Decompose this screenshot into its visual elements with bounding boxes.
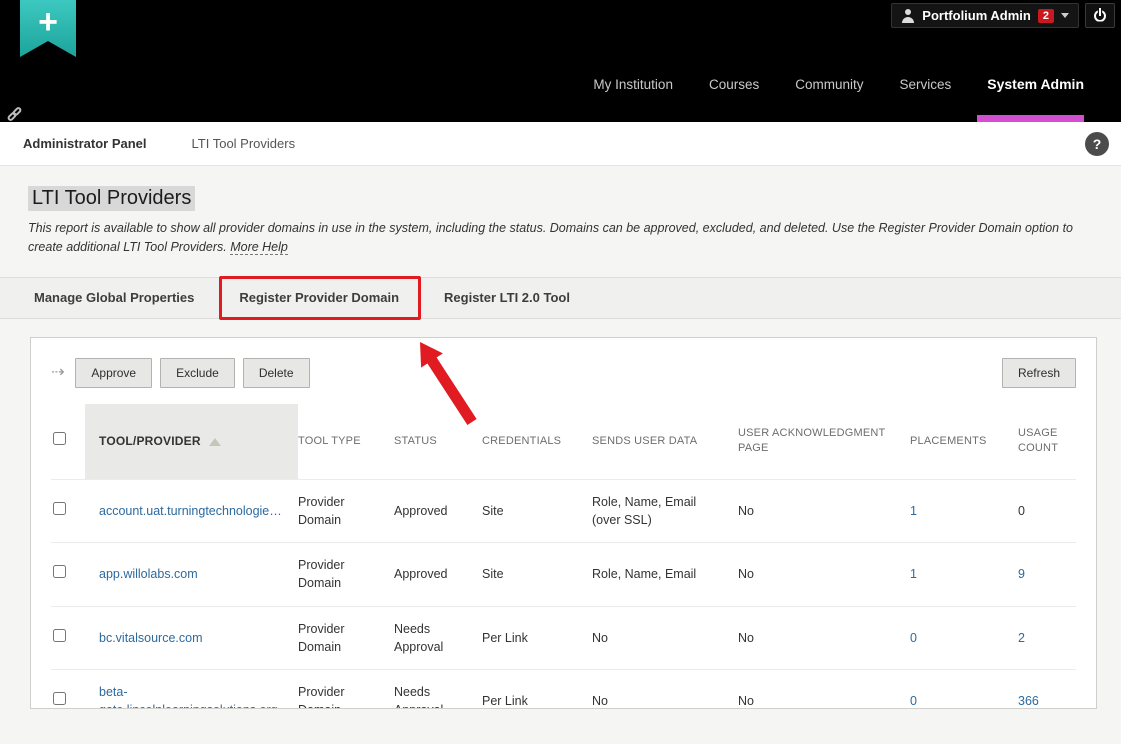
plus-glyph: + xyxy=(38,3,58,41)
page-description-text: This report is available to show all pro… xyxy=(28,221,1074,254)
nav-services[interactable]: Services xyxy=(900,77,952,92)
column-header-user-acknowledgment-page[interactable]: USER ACKNOWLEDGMENT PAGE xyxy=(738,404,910,480)
cell-sends-user-data: Role, Name, Email (over SSL) xyxy=(592,478,738,543)
usage-count-link[interactable]: 9 xyxy=(1018,567,1025,581)
breadcrumb-lti-tool-providers: LTI Tool Providers xyxy=(191,136,296,151)
column-header-status[interactable]: STATUS xyxy=(394,404,482,480)
placements-link[interactable]: 0 xyxy=(910,694,917,708)
top-navigation: My Institution Courses Community Service… xyxy=(593,76,1084,92)
power-icon xyxy=(1091,7,1109,25)
cell-sends-user-data: No xyxy=(592,668,738,708)
nav-courses[interactable]: Courses xyxy=(709,77,759,92)
chevron-down-icon xyxy=(1061,13,1069,18)
lti-providers-table: TOOL/PROVIDER TOOL TYPE STATUS CREDENTIA… xyxy=(51,403,1076,708)
provider-link[interactable]: bc.vitalsource.com xyxy=(99,631,203,645)
help-icon[interactable]: ? xyxy=(1085,131,1109,156)
column-header-placements[interactable]: PLACEMENTS xyxy=(910,404,1018,480)
bookmark-plus-icon[interactable]: + xyxy=(20,0,76,57)
table-row: app.willolabs.com Provider Domain Approv… xyxy=(51,542,1076,606)
select-all-checkbox[interactable] xyxy=(53,432,66,446)
cell-user-acknowledgment: No xyxy=(738,668,910,708)
table-row: bc.vitalsource.com Provider Domain Needs… xyxy=(51,605,1076,670)
cell-tool-type: Provider Domain xyxy=(298,605,394,670)
global-header: + Portfolium Admin 2 My Institution Cour… xyxy=(0,0,1121,123)
cell-tool-type: Provider Domain xyxy=(298,478,394,543)
tab-register-lti-2-tool[interactable]: Register LTI 2.0 Tool xyxy=(444,290,570,305)
user-menu-button[interactable]: Portfolium Admin 2 xyxy=(891,3,1079,28)
table-row: account.uat.turningtechnologie… Provider… xyxy=(51,478,1076,543)
link-chain-icon[interactable] xyxy=(6,105,23,123)
cell-status: Approved xyxy=(394,478,482,543)
placements-link[interactable]: 1 xyxy=(910,504,917,518)
cell-tool-type: Provider Domain xyxy=(298,668,394,708)
cell-user-acknowledgment: No xyxy=(738,542,910,606)
cell-user-acknowledgment: No xyxy=(738,605,910,670)
user-menu-label: Portfolium Admin xyxy=(922,8,1031,23)
row-checkbox[interactable] xyxy=(53,628,66,642)
approve-button[interactable]: Approve xyxy=(75,357,153,388)
cell-tool-type: Provider Domain xyxy=(298,542,394,606)
placements-link[interactable]: 0 xyxy=(910,631,917,645)
breadcrumb-admin-panel[interactable]: Administrator Panel xyxy=(23,136,147,151)
providers-panel: ⇢ Approve Exclude Delete Refresh TOOL/PR… xyxy=(30,336,1097,709)
provider-link[interactable]: beta-gate.lincolnlearningsolutions.org xyxy=(99,685,278,708)
cell-user-acknowledgment: No xyxy=(738,478,910,543)
cell-credentials: Per Link xyxy=(482,668,592,708)
usage-count-link[interactable]: 366 xyxy=(1018,694,1039,708)
row-checkbox[interactable] xyxy=(53,691,66,705)
list-toolbar: ⇢ Approve Exclude Delete Refresh xyxy=(51,357,1076,388)
page-title: LTI Tool Providers xyxy=(28,186,196,211)
exclude-button[interactable]: Exclude xyxy=(160,357,235,388)
page-root: + Portfolium Admin 2 My Institution Cour… xyxy=(0,0,1121,744)
active-tab-underline xyxy=(977,115,1084,122)
action-tabs-bar: Manage Global Properties Register Provid… xyxy=(0,276,1121,320)
more-help-link[interactable]: More Help xyxy=(230,239,288,255)
placements-link[interactable]: 1 xyxy=(910,567,917,581)
row-checkbox[interactable] xyxy=(53,502,66,516)
nav-my-institution[interactable]: My Institution xyxy=(593,77,673,92)
nav-system-admin[interactable]: System Admin xyxy=(987,76,1084,92)
cell-status: Needs Approval xyxy=(394,605,482,670)
person-icon xyxy=(901,8,915,23)
cell-credentials: Site xyxy=(482,542,592,606)
delete-button[interactable]: Delete xyxy=(242,357,310,388)
cell-status: Approved xyxy=(394,542,482,606)
cell-usage-count: 0 xyxy=(1018,478,1076,543)
table-header-row: TOOL/PROVIDER TOOL TYPE STATUS CREDENTIA… xyxy=(51,403,1076,480)
column-header-tool-provider-label: TOOL/PROVIDER xyxy=(99,433,201,448)
usage-count-link[interactable]: 2 xyxy=(1018,631,1025,645)
tab-register-provider-domain-label: Register Provider Domain xyxy=(239,290,400,305)
cell-credentials: Per Link xyxy=(482,605,592,670)
tab-manage-global-properties[interactable]: Manage Global Properties xyxy=(34,290,194,305)
page-head: LTI Tool Providers This report is availa… xyxy=(0,166,1121,257)
notification-badge: 2 xyxy=(1037,8,1054,23)
list-pointer-arrow-icon: ⇢ xyxy=(51,363,65,381)
column-header-usage-count[interactable]: USAGE COUNT xyxy=(1018,404,1076,480)
provider-link[interactable]: account.uat.turningtechnologie… xyxy=(99,504,282,518)
column-header-tool-type[interactable]: TOOL TYPE xyxy=(298,404,394,480)
nav-community[interactable]: Community xyxy=(795,77,863,92)
column-header-credentials[interactable]: CREDENTIALS xyxy=(482,404,592,480)
cell-sends-user-data: No xyxy=(592,605,738,670)
sort-ascending-icon xyxy=(208,437,221,446)
table-row: beta-gate.lincolnlearningsolutions.org P… xyxy=(51,668,1076,708)
tab-register-provider-domain[interactable]: Register Provider Domain xyxy=(219,276,422,320)
cell-status: Needs Approval xyxy=(394,668,482,708)
breadcrumb: Administrator Panel LTI Tool Providers ? xyxy=(0,122,1121,166)
page-description: This report is available to show all pro… xyxy=(28,219,1093,257)
column-header-sends-user-data[interactable]: SENDS USER DATA xyxy=(592,404,738,480)
provider-link[interactable]: app.willolabs.com xyxy=(99,567,198,581)
cell-sends-user-data: Role, Name, Email xyxy=(592,542,738,606)
column-header-tool-provider[interactable]: TOOL/PROVIDER xyxy=(85,403,298,480)
logout-button[interactable] xyxy=(1085,3,1115,28)
row-checkbox[interactable] xyxy=(53,565,66,579)
refresh-button[interactable]: Refresh xyxy=(1001,357,1076,388)
cell-credentials: Site xyxy=(482,478,592,543)
